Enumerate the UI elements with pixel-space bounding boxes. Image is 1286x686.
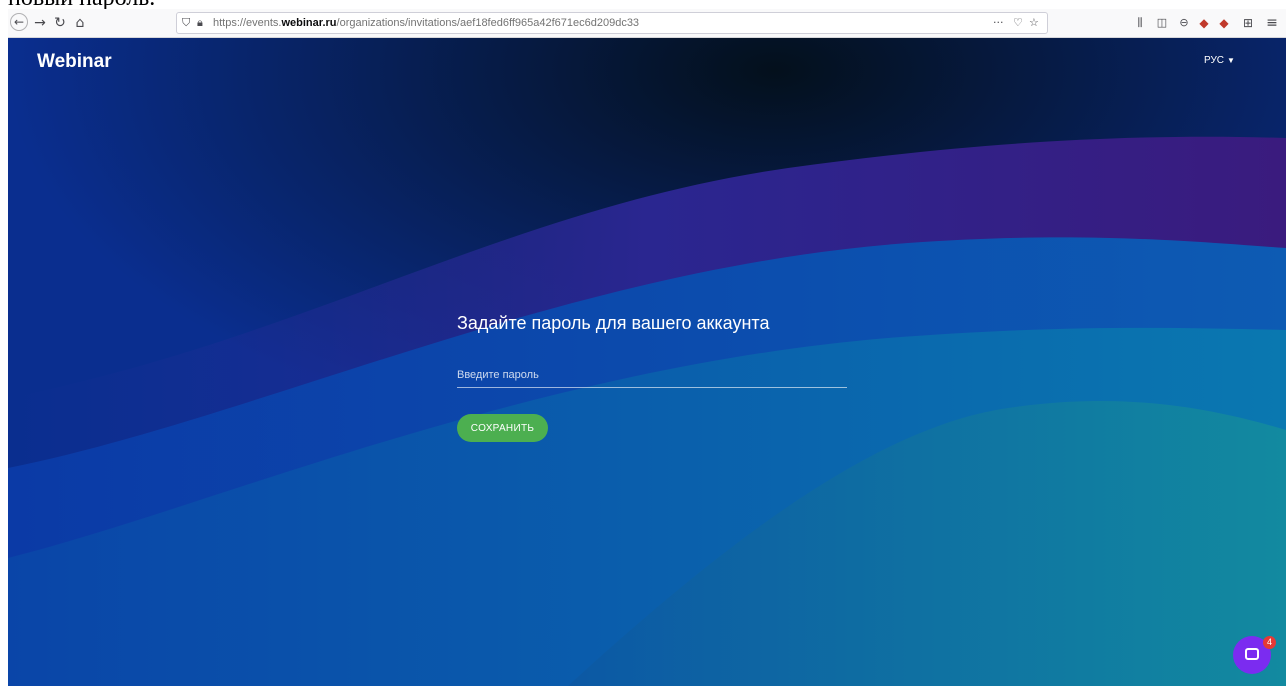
logo[interactable]: Webinar xyxy=(37,51,112,73)
password-form: Задайте пароль для вашего аккаунта СОХРА… xyxy=(457,311,847,442)
gift-icon[interactable]: ⊞ xyxy=(1240,12,1256,34)
url-path: /organizations/invitations/aef18fed6ff96… xyxy=(336,17,640,29)
language-label: РУС xyxy=(1204,55,1225,66)
sidebar-icon[interactable]: ◫ xyxy=(1154,12,1170,34)
reload-icon[interactable]: ↻ xyxy=(52,12,68,34)
extension-icon[interactable]: ◆ xyxy=(1196,12,1212,34)
page-content: Webinar РУС ▼ Задайте пароль для вашего а… xyxy=(8,38,1286,686)
menu-icon[interactable]: ≡ xyxy=(1264,12,1280,34)
star-icon[interactable]: ☆ xyxy=(1029,13,1039,33)
home-icon[interactable]: ⌂ xyxy=(72,12,88,34)
account-icon[interactable]: ⊖ xyxy=(1176,12,1192,34)
back-icon[interactable]: ← xyxy=(10,13,28,31)
extension-icon[interactable]: ◆ xyxy=(1216,12,1232,34)
url-text[interactable]: https://events.webinar.ru/organizations/… xyxy=(213,13,639,33)
chevron-down-icon: ▼ xyxy=(1227,56,1235,65)
background-waves xyxy=(8,38,1286,686)
url-domain: webinar.ru xyxy=(281,17,337,29)
browser-toolbar: ← → ↻ ⌂ ⛉ 🔒︎ https://events.webinar.ru/o… xyxy=(8,9,1286,38)
password-input[interactable] xyxy=(457,363,847,388)
language-selector[interactable]: РУС ▼ xyxy=(1204,55,1235,66)
chat-icon xyxy=(1245,648,1259,660)
page-title: Задайте пароль для вашего аккаунта xyxy=(457,313,770,333)
url-bar[interactable]: ⛉ 🔒︎ https://events.webinar.ru/organizat… xyxy=(176,12,1048,34)
shield-icon[interactable]: ⛉ xyxy=(182,13,190,33)
save-button[interactable]: СОХРАНИТЬ xyxy=(457,414,548,442)
library-icon[interactable]: ⫼ xyxy=(1132,12,1148,34)
pocket-icon[interactable]: ♡ xyxy=(1013,13,1023,33)
url-prefix: https://events. xyxy=(213,17,282,29)
lock-icon[interactable]: 🔒︎ xyxy=(197,13,203,33)
notification-badge: 4 xyxy=(1263,636,1276,649)
forward-icon[interactable]: → xyxy=(32,12,48,34)
more-icon[interactable]: ··· xyxy=(993,13,1004,33)
caption-text: новый пароль. xyxy=(8,0,155,10)
